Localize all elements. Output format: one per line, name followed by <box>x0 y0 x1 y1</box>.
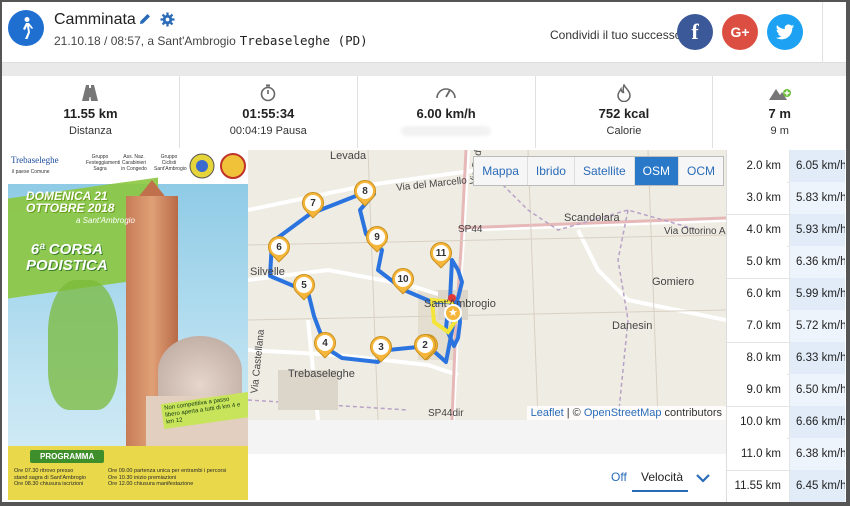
window-frame <box>0 0 850 506</box>
